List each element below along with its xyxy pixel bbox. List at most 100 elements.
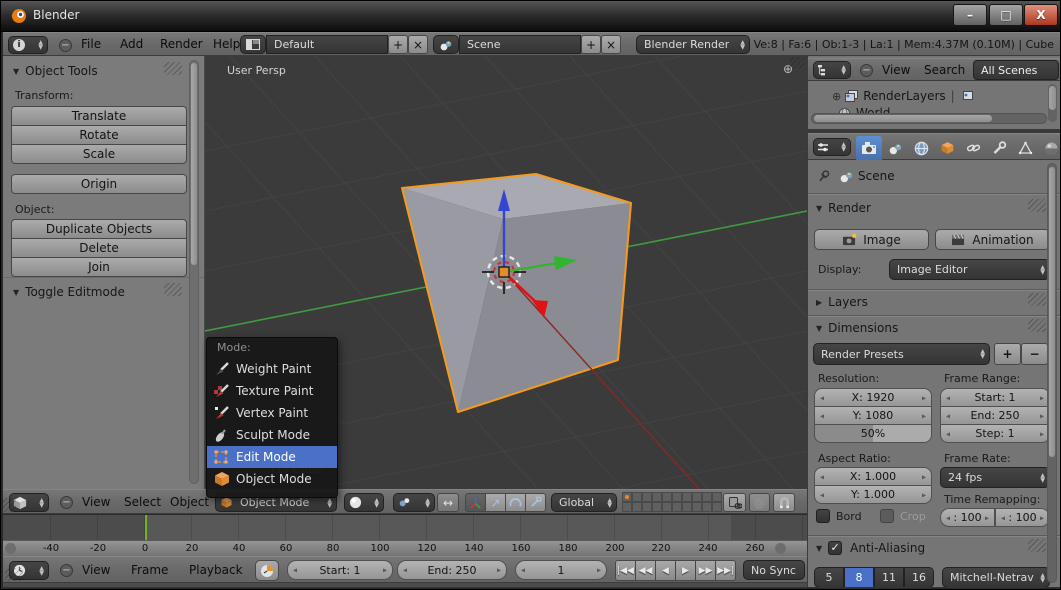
aa-samples-8-button[interactable]: 8 (844, 567, 874, 588)
aa-filter-dropdown[interactable]: Mitchell-Netrav ▲▼ (942, 567, 1050, 588)
play-button[interactable]: ▶ (675, 560, 696, 581)
scale-manipulator-button[interactable] (525, 493, 546, 512)
decrement-arrow-icon[interactable]: ◂ (820, 490, 824, 499)
layers-widget-b[interactable] (673, 493, 723, 513)
transform-orientation-dropdown[interactable]: Global ▲▼ (551, 493, 617, 512)
viewport-shading-dropdown[interactable]: ▲▼ (344, 493, 384, 512)
translate-manipulator-button[interactable]: ↗ (485, 493, 506, 512)
tab-world[interactable] (908, 136, 934, 160)
next-keyframe-button[interactable]: ▶▶ (695, 560, 716, 581)
menu-view[interactable]: View (82, 557, 110, 582)
decrement-arrow-icon[interactable]: ◂ (946, 429, 950, 438)
menu-file[interactable]: File (81, 33, 101, 55)
scene-field[interactable]: Scene (459, 35, 581, 54)
render-presets-dropdown[interactable]: Render Presets ▲▼ (813, 343, 990, 365)
tab-scene[interactable] (882, 136, 908, 160)
jump-to-start-button[interactable]: |◀◀ (615, 560, 636, 581)
frame-rate-dropdown[interactable]: 24 fps ▲▼ (940, 467, 1050, 488)
increment-arrow-icon[interactable]: ▸ (497, 565, 501, 574)
remap-new-field[interactable]: ◂ : 100 ▸ (995, 508, 1050, 527)
tab-render[interactable] (856, 136, 882, 160)
expand-plus-icon[interactable]: ⊕ (832, 90, 841, 103)
render-animation-button[interactable]: Animation (935, 229, 1050, 250)
outliner-vscrollbar[interactable] (1048, 84, 1057, 122)
sync-mode-dropdown[interactable]: No Sync (743, 560, 805, 580)
scrollbar-thumb[interactable] (814, 115, 992, 122)
titlebar[interactable]: Blender – □ X (1, 1, 1060, 32)
outliner-row-renderlayers[interactable]: ⊕ RenderLayers | (832, 87, 975, 105)
remove-scene-button[interactable]: × (601, 35, 621, 54)
editor-type-selector-properties[interactable]: ▲▼ (813, 138, 851, 156)
decrement-arrow-icon[interactable]: ◂ (403, 565, 407, 574)
close-button[interactable]: X (1024, 4, 1058, 26)
collapse-menus-icon[interactable]: − (60, 496, 73, 509)
scrollbar-thumb[interactable] (1049, 167, 1055, 457)
collapse-menus-icon[interactable]: − (59, 39, 72, 52)
origin-button[interactable]: Origin (11, 174, 187, 194)
use-preview-range-button[interactable] (255, 560, 279, 581)
panel-grip[interactable] (1028, 319, 1046, 332)
delete-button[interactable]: Delete (11, 238, 187, 258)
panel-grip[interactable] (1028, 293, 1046, 306)
increment-arrow-icon[interactable]: ▸ (383, 565, 387, 574)
remap-old-field[interactable]: ◂ : 100 ▸ (940, 508, 995, 527)
decrement-arrow-icon[interactable]: ◂ (820, 472, 824, 481)
window-resize-grip[interactable] (2, 498, 16, 512)
menu-item-object-mode[interactable]: Object Mode (207, 468, 337, 490)
jump-to-end-button[interactable]: ▶▶| (715, 560, 736, 581)
panel-grip[interactable] (1028, 539, 1046, 552)
menu-search[interactable]: Search (924, 59, 965, 80)
toggle-editmode-panel-header[interactable]: ▼ Toggle Editmode (13, 285, 125, 299)
frame-start-field[interactable]: ◂ Start: 1 ▸ (940, 388, 1050, 407)
outliner-scope-dropdown[interactable]: All Scenes (973, 60, 1059, 80)
display-dropdown[interactable]: Image Editor ▲▼ (889, 259, 1050, 280)
translate-button[interactable]: Translate (11, 106, 187, 126)
frame-end-field[interactable]: ◂ End: 250 ▸ (397, 560, 507, 580)
tab-object[interactable] (934, 136, 960, 160)
decrement-arrow-icon[interactable]: ◂ (946, 513, 950, 522)
panel-grip[interactable] (164, 283, 182, 296)
layer-cell-active[interactable] (622, 492, 632, 502)
layers-panel-header[interactable]: ▶ Layers (816, 295, 868, 309)
current-frame-marker[interactable] (145, 515, 147, 540)
menu-item-vertex-paint[interactable]: Vertex Paint (207, 402, 337, 424)
frame-end-field[interactable]: ◂ End: 250 ▸ (940, 406, 1050, 425)
decrement-arrow-icon[interactable]: ◂ (946, 411, 950, 420)
rotate-button[interactable]: Rotate (11, 125, 187, 145)
scale-button[interactable]: Scale (11, 144, 187, 164)
menu-view[interactable]: View (82, 490, 110, 513)
pivot-point-dropdown[interactable]: ▲▼ (393, 493, 435, 512)
decrement-arrow-icon[interactable]: ◂ (293, 565, 297, 574)
panel-grip[interactable] (1028, 199, 1046, 212)
menu-item-edit-mode[interactable]: Edit Mode (207, 446, 337, 468)
join-button[interactable]: Join (11, 257, 187, 277)
decrement-arrow-icon[interactable]: ◂ (820, 393, 824, 402)
snap-magnet-button[interactable] (773, 493, 795, 512)
editor-type-selector-info[interactable]: i ▲▼ (8, 36, 48, 54)
area-corner-grip[interactable] (789, 57, 805, 69)
anti-aliasing-checkbox[interactable]: ✓ (828, 541, 842, 555)
render-panel-header[interactable]: ▼ Render (816, 201, 871, 215)
lock-to-scene-button[interactable] (723, 493, 746, 512)
menu-item-sculpt-mode[interactable]: Sculpt Mode (207, 424, 337, 446)
increment-arrow-icon[interactable]: ▸ (1040, 513, 1044, 522)
scrollbar-thumb[interactable] (191, 63, 197, 265)
remove-layout-button[interactable]: × (408, 35, 428, 54)
remove-preset-button[interactable]: − (1021, 343, 1048, 365)
collapse-menus-icon[interactable]: − (860, 64, 873, 77)
aspect-y-field[interactable]: ◂ Y: 1.000 ▸ (814, 485, 932, 504)
aa-samples-5-button[interactable]: 5 (814, 567, 844, 588)
increment-arrow-icon[interactable]: ▸ (1040, 411, 1044, 420)
menu-item-texture-paint[interactable]: Texture Paint (207, 380, 337, 402)
increment-arrow-icon[interactable]: ▸ (922, 411, 926, 420)
object-tools-panel-header[interactable]: ▼ Object Tools (13, 64, 98, 78)
menu-item-weight-paint[interactable]: Weight Paint (207, 358, 337, 380)
proportional-edit-icon[interactable]: ◎ (749, 493, 770, 512)
tab-modifiers[interactable] (986, 136, 1012, 160)
scene-browse-button[interactable] (433, 35, 459, 54)
screen-layout-browse-button[interactable] (240, 35, 266, 54)
increment-arrow-icon[interactable]: ▸ (597, 565, 601, 574)
decrement-arrow-icon[interactable]: ◂ (1001, 513, 1005, 522)
menu-object[interactable]: Object (170, 490, 209, 513)
toolshelf-scrollbar[interactable] (189, 60, 199, 484)
